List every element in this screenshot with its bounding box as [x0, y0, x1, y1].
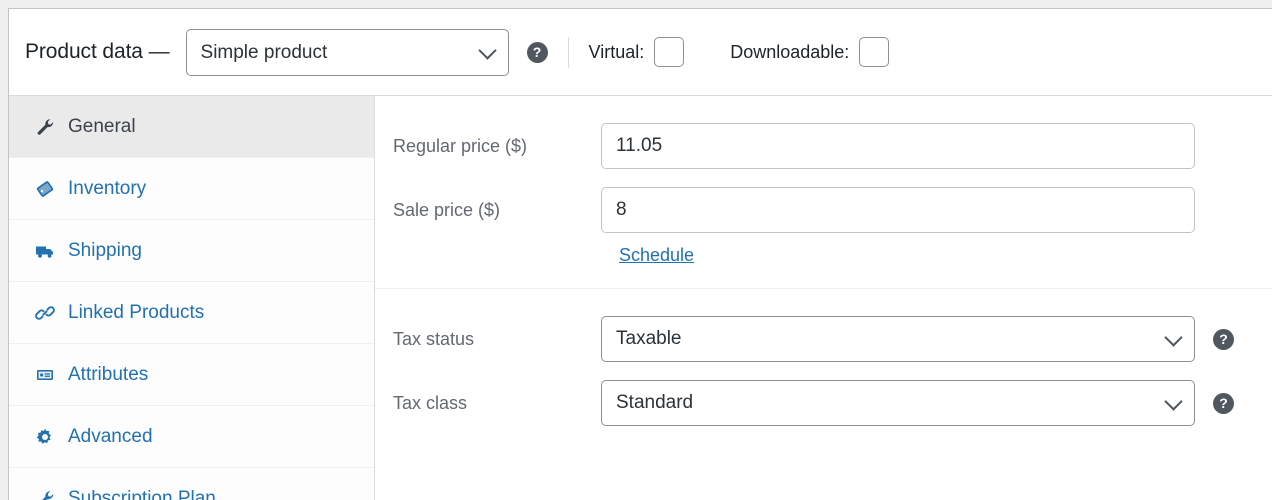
help-circle-icon[interactable]: ? — [1213, 393, 1234, 414]
sidebar-item-subscription-plan[interactable]: Subscription Plan — [9, 468, 374, 500]
sale-price-label: Sale price ($) — [375, 199, 601, 221]
tax-class-select-wrapper: Standard — [601, 380, 1195, 426]
tag-icon — [33, 179, 57, 199]
product-data-panel: Product data — Simple product ? Virtual:… — [8, 8, 1272, 500]
tax-status-select-wrapper: Taxable — [601, 316, 1195, 362]
tax-class-label: Tax class — [375, 392, 601, 414]
sidebar-item-label: Inventory — [68, 178, 146, 200]
regular-price-label: Regular price ($) — [375, 135, 601, 157]
sale-price-input[interactable]: 8 — [601, 187, 1195, 233]
panel-header: Product data — Simple product ? Virtual:… — [9, 9, 1272, 96]
sale-price-row: Sale price ($) 8 — [375, 178, 1272, 242]
tax-status-row: Tax status Taxable ? — [375, 307, 1272, 371]
tax-fieldgroup: Tax status Taxable ? Tax class Standard … — [375, 289, 1272, 435]
schedule-row: Schedule — [375, 242, 1272, 266]
link-icon — [33, 303, 57, 323]
wrench-icon — [33, 489, 57, 500]
virtual-checkbox[interactable] — [654, 37, 684, 67]
schedule-link[interactable]: Schedule — [619, 245, 694, 265]
panel-body: General Inventory Shipping Linked Produc… — [9, 96, 1272, 500]
product-type-select-wrapper: Simple product — [186, 29, 509, 76]
pricing-fieldgroup: Regular price ($) 11.05 Sale price ($) 8… — [375, 114, 1272, 289]
sidebar-item-attributes[interactable]: Attributes — [9, 344, 374, 406]
sidebar-item-label: Shipping — [68, 240, 142, 262]
product-data-tabs: General Inventory Shipping Linked Produc… — [9, 96, 375, 500]
sidebar-item-label: General — [68, 116, 136, 138]
virtual-checkbox-group: Virtual: — [589, 37, 685, 67]
truck-icon — [33, 241, 57, 261]
help-circle-icon[interactable]: ? — [1213, 329, 1234, 350]
sidebar-item-label: Attributes — [68, 364, 148, 386]
sidebar-item-general[interactable]: General — [9, 96, 374, 158]
gear-icon — [33, 427, 57, 447]
downloadable-label: Downloadable: — [730, 42, 849, 63]
regular-price-row: Regular price ($) 11.05 — [375, 114, 1272, 178]
sidebar-item-label: Advanced — [68, 426, 153, 448]
regular-price-input[interactable]: 11.05 — [601, 123, 1195, 169]
product-type-select[interactable]: Simple product — [186, 29, 509, 76]
tab-panel-general: Regular price ($) 11.05 Sale price ($) 8… — [375, 96, 1272, 500]
wrench-icon — [33, 117, 57, 137]
virtual-label: Virtual: — [589, 42, 645, 63]
sidebar-item-advanced[interactable]: Advanced — [9, 406, 374, 468]
sidebar-item-shipping[interactable]: Shipping — [9, 220, 374, 282]
page-title: Product data — — [25, 40, 170, 64]
tax-class-row: Tax class Standard ? — [375, 371, 1272, 435]
help-circle-icon[interactable]: ? — [527, 42, 548, 63]
sidebar-item-label: Subscription Plan — [68, 488, 216, 500]
tax-class-select[interactable]: Standard — [601, 380, 1195, 426]
tax-status-select[interactable]: Taxable — [601, 316, 1195, 362]
sidebar-item-inventory[interactable]: Inventory — [9, 158, 374, 220]
downloadable-checkbox[interactable] — [859, 37, 889, 67]
list-card-icon — [33, 365, 57, 385]
tax-status-label: Tax status — [375, 328, 601, 350]
sidebar-item-linked-products[interactable]: Linked Products — [9, 282, 374, 344]
downloadable-checkbox-group: Downloadable: — [730, 37, 889, 67]
header-divider — [568, 37, 569, 68]
sidebar-item-label: Linked Products — [68, 302, 204, 324]
